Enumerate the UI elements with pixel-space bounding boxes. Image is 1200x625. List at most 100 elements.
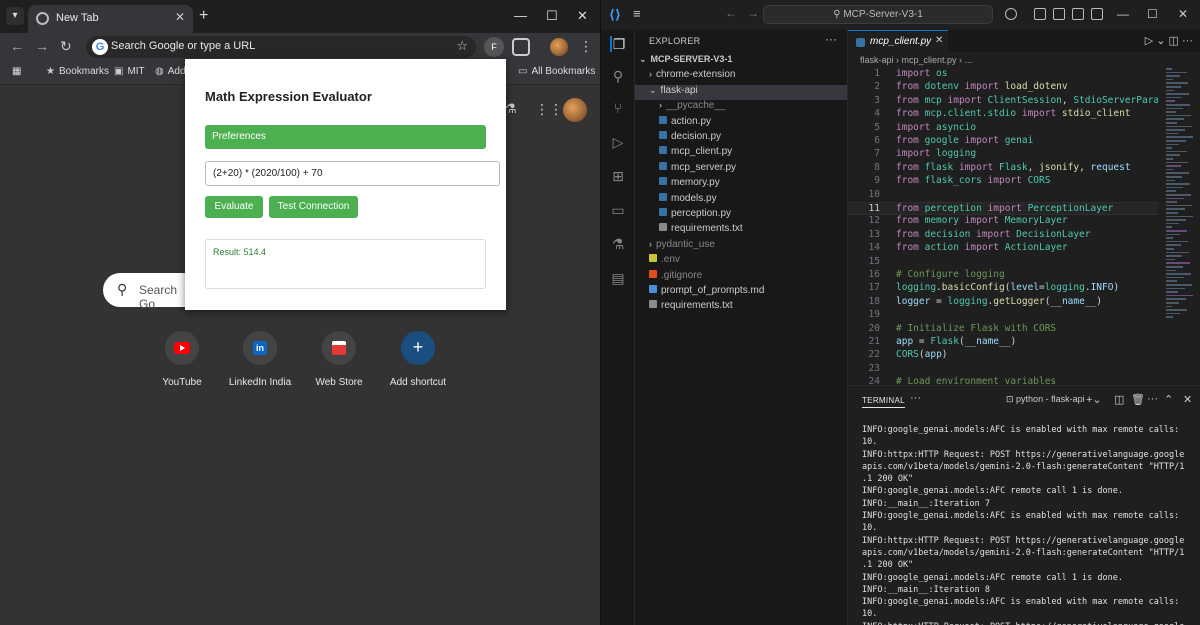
close-panel-icon[interactable]: ✕	[1183, 393, 1192, 406]
search-icon: ⚲	[117, 281, 128, 297]
breadcrumb[interactable]: flask-api › mcp_client.py › ...	[860, 55, 972, 65]
run-icon[interactable]: ▷ ⌄ ◫ ···	[1145, 34, 1193, 47]
minimap-line	[1166, 273, 1191, 275]
new-terminal-icon[interactable]: +⌄	[1086, 393, 1102, 406]
maximize-icon[interactable]: ☐	[1147, 7, 1158, 21]
more-icon[interactable]: ···	[825, 32, 837, 46]
tree-folder[interactable]: ⌄ flask-api	[635, 84, 847, 100]
evaluate-button[interactable]: Evaluate	[205, 196, 263, 218]
docker-icon[interactable]: ▤	[610, 270, 626, 286]
run-debug-icon[interactable]: ▷	[610, 134, 626, 150]
code-line: 20 # Initialize Flask with CORS	[848, 323, 1158, 336]
tree-file[interactable]: requirements.txt	[635, 223, 847, 238]
all-bookmarks[interactable]: ▭ All Bookmarks	[518, 66, 595, 77]
close-icon[interactable]: ✕	[935, 35, 943, 46]
toggle-sidebar-icon[interactable]	[1034, 8, 1046, 20]
preferences-button[interactable]: Preferences	[205, 125, 486, 149]
tree-file[interactable]: action.py	[635, 115, 847, 131]
tree-file[interactable]: models.py	[635, 192, 847, 208]
editor-tab-mcp-client[interactable]: mcp_client.py ✕	[848, 30, 948, 52]
maximize-icon[interactable]: ☐	[546, 8, 558, 24]
minimize-icon[interactable]: —	[1117, 7, 1129, 21]
profile-button[interactable]: F	[484, 37, 504, 57]
py-file-icon	[659, 115, 667, 124]
expression-input[interactable]	[205, 161, 500, 186]
line-number: 5	[874, 121, 880, 133]
minimap-line	[1166, 204, 1192, 207]
close-icon[interactable]: ✕	[175, 10, 185, 24]
tree-folder[interactable]: › __pycache__	[635, 100, 847, 115]
ntp-search-box[interactable]: ⚲ Search Go	[103, 273, 193, 311]
testing-icon[interactable]: ⚗	[610, 236, 626, 252]
menu-icon[interactable]: ≡	[633, 6, 641, 21]
extensions-icon[interactable]	[512, 38, 530, 56]
omnibox[interactable]: G Search Google or type a URL ☆	[86, 36, 476, 58]
nav-arrows-icon[interactable]: ← →	[725, 6, 759, 20]
copilot-icon[interactable]	[1005, 8, 1017, 20]
google-apps-icon[interactable]: ⋮⋮	[535, 101, 563, 118]
layout-icon[interactable]	[1091, 8, 1103, 20]
labs-icon[interactable]: ⚗	[505, 101, 517, 117]
account-avatar[interactable]	[563, 98, 587, 122]
forward-icon[interactable]: →	[35, 38, 49, 54]
result-text: Result: 514.4	[213, 247, 267, 257]
minimap-line	[1166, 82, 1188, 84]
minimap-line	[1166, 104, 1190, 106]
test-connection-button[interactable]: Test Connection	[269, 196, 358, 218]
more-icon[interactable]: ⋮	[579, 38, 593, 55]
minimize-icon[interactable]: —	[514, 8, 527, 24]
reload-icon[interactable]: ↻	[60, 38, 72, 55]
shortcut-add[interactable]: + Add shortcut	[373, 331, 463, 388]
command-center[interactable]: ⚲ MCP-Server-V3-1	[763, 5, 993, 24]
tab-search-icon[interactable]: ▾	[6, 7, 24, 25]
tree-file[interactable]: requirements.txt	[635, 300, 847, 315]
apps-grid-icon[interactable]: ▦	[12, 66, 21, 77]
code-editor[interactable]: 1 import os 2 from dotenv import load_doten…	[848, 68, 1158, 385]
bookmark-mit[interactable]: ▣ MIT	[114, 66, 145, 77]
terminal-shell-selector[interactable]: ⊡ python - flask-api	[1006, 394, 1085, 405]
close-window-icon[interactable]: ✕	[1178, 7, 1188, 21]
star-icon[interactable]: ☆	[456, 38, 468, 54]
code-token: perception	[924, 203, 988, 214]
youtube-icon	[174, 342, 190, 354]
tree-folder[interactable]: › pydantic_use	[635, 239, 847, 254]
close-window-icon[interactable]: ✕	[577, 8, 588, 24]
terminal-output[interactable]: INFO:google_genai.models:AFC is enabled …	[862, 424, 1198, 625]
source-control-icon[interactable]: ⑂	[610, 100, 626, 116]
tree-file[interactable]: .env	[635, 254, 847, 269]
explorer-icon[interactable]: ❐	[610, 36, 626, 52]
more-icon[interactable]: ···	[1147, 393, 1158, 405]
terminal-tab[interactable]: TERMINAL	[862, 396, 905, 408]
tree-item-label: models.py	[671, 192, 717, 204]
remote-explorer-icon[interactable]: ▭	[610, 202, 626, 218]
maximize-panel-icon[interactable]: ⌃	[1164, 393, 1173, 406]
tree-folder[interactable]: › chrome-extension	[635, 69, 847, 84]
tree-file[interactable]: .gitignore	[635, 269, 847, 285]
shortcut-web-store[interactable]: Web Store	[294, 331, 384, 388]
shortcut-linkedin[interactable]: in LinkedIn India	[215, 331, 305, 388]
bookmark-bookmarks[interactable]: ★ Bookmarks	[46, 66, 109, 77]
bookmark-add[interactable]: ◍ Add	[155, 66, 186, 77]
toggle-panel-icon[interactable]	[1053, 8, 1065, 20]
minimap[interactable]	[1166, 68, 1196, 328]
more-icon[interactable]: ···	[910, 392, 921, 404]
tree-file[interactable]: perception.py	[635, 208, 847, 223]
tree-file[interactable]: mcp_client.py	[635, 146, 847, 161]
trash-icon[interactable]: 🗑	[1131, 393, 1145, 406]
tree-root[interactable]: ⌄ MCP-SERVER-V3-1	[635, 54, 847, 69]
tree-file[interactable]: memory.py	[635, 177, 847, 192]
shortcut-youtube[interactable]: YouTube	[137, 331, 227, 388]
code-token: basicConfig	[941, 282, 1005, 294]
tree-file[interactable]: mcp_server.py	[635, 161, 847, 177]
search-icon[interactable]: ⚲	[610, 68, 626, 84]
code-token: ActionLayer	[1004, 242, 1068, 254]
split-terminal-icon[interactable]: ◫	[1114, 393, 1124, 406]
new-tab-button[interactable]: +	[199, 7, 208, 25]
avatar[interactable]	[550, 38, 568, 56]
tab-new-tab[interactable]: New Tab ✕	[28, 5, 193, 33]
back-icon[interactable]: ←	[10, 38, 24, 54]
tree-file[interactable]: prompt_of_prompts.md	[635, 285, 847, 300]
tree-file[interactable]: decision.py	[635, 131, 847, 146]
toggle-secondary-icon[interactable]	[1072, 8, 1084, 20]
extensions-icon[interactable]: ⊞	[610, 168, 626, 184]
